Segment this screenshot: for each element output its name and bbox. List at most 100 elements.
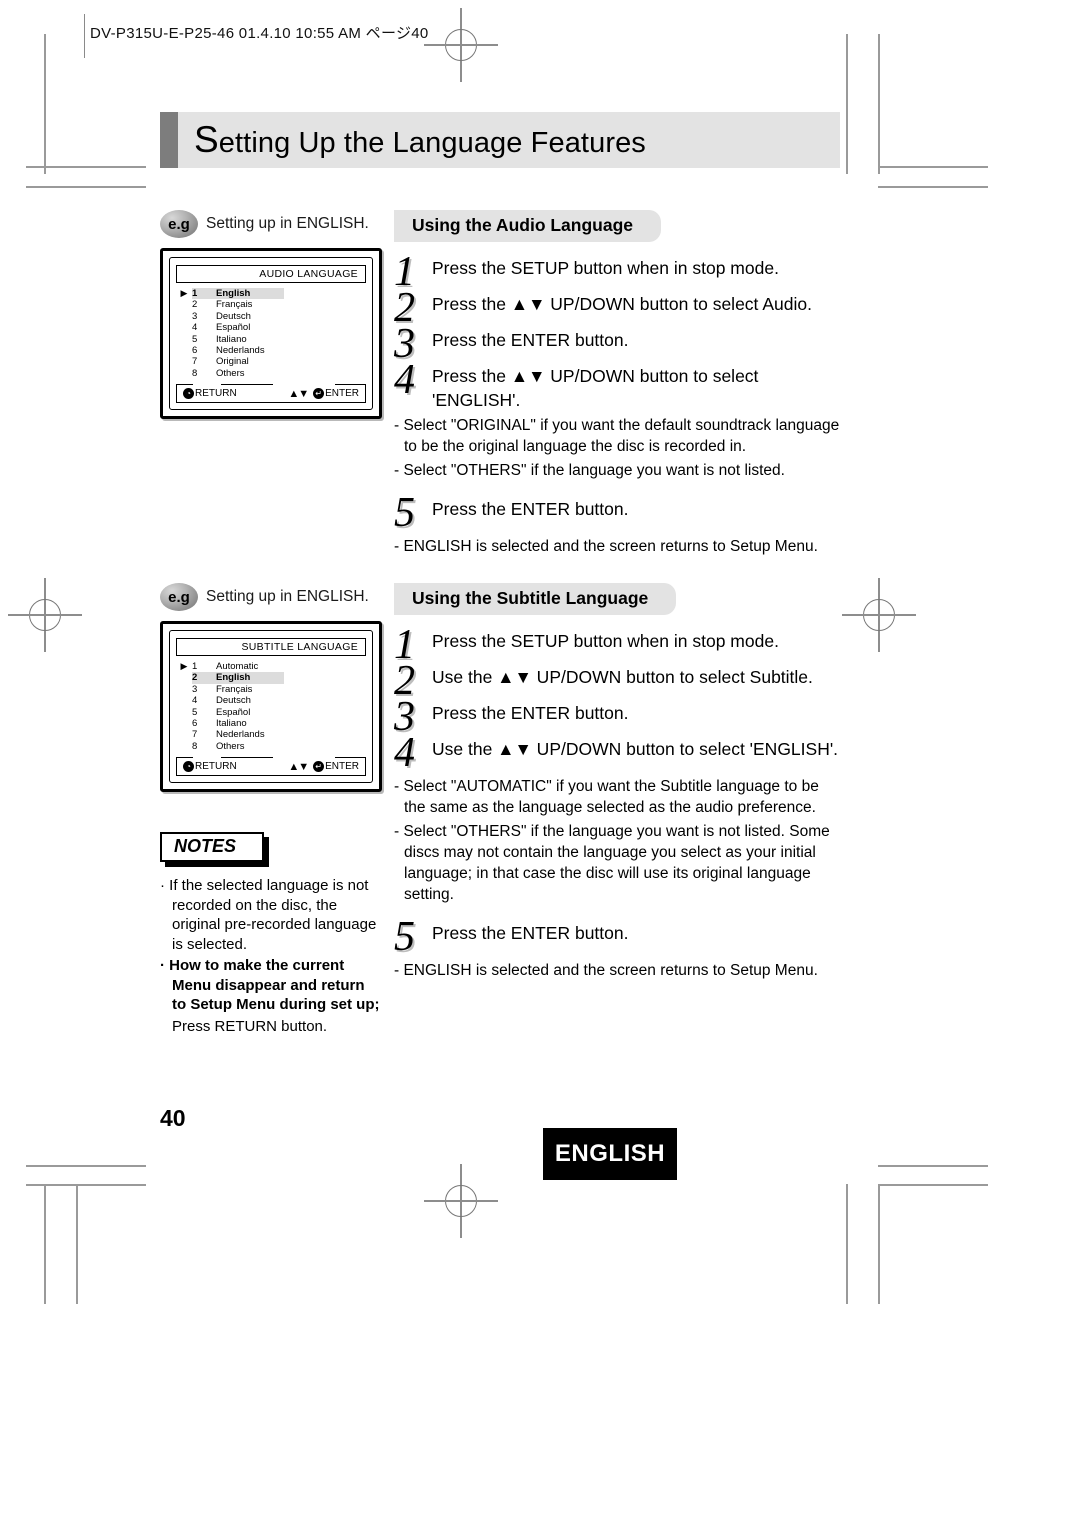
list-item-label: Français: [216, 683, 253, 695]
step-text: Press the ENTER button.: [432, 499, 629, 519]
list-item-number: 1: [192, 661, 198, 672]
subtitle-section-columns: e.g Setting up in ENGLISH. SUBTITLE LANG…: [160, 583, 840, 1036]
page-content: Setting Up the Language Features e.g Set…: [160, 112, 840, 1036]
slug-divider: [84, 14, 86, 58]
return-control[interactable]: ◔ RETURN: [183, 388, 237, 400]
page-title: Setting Up the Language Features: [160, 112, 840, 168]
enter-label: ENTER: [325, 761, 359, 773]
list-item[interactable]: 8 Others: [176, 368, 366, 379]
list-item[interactable]: 3 Français: [176, 684, 366, 695]
list-item-label: Nederlands: [216, 729, 265, 741]
step-text: Press the SETUP button when in stop mode…: [432, 258, 779, 278]
list-item[interactable]: 2 English: [176, 672, 366, 684]
list-item[interactable]: ▶ 1 Automatic: [176, 661, 366, 672]
list-item[interactable]: 4 Deutsch: [176, 695, 366, 706]
crop-mark-br-v: [846, 1184, 848, 1304]
subtitle-step-1: 1 Press the SETUP button when in stop mo…: [394, 624, 840, 666]
page-title-text: Setting Up the Language Features: [194, 119, 646, 161]
crop-mark-bl-h: [26, 1165, 146, 1167]
audio-note-result: - ENGLISH is selected and the screen ret…: [394, 538, 818, 555]
list-item-number: 6: [192, 344, 198, 356]
eg-badge-icon: e.g: [160, 583, 198, 611]
list-item-label: English: [208, 672, 285, 684]
notes-block: NOTES · If the selected language is not …: [160, 832, 382, 1036]
return-icon: ◔: [183, 388, 194, 400]
list-item-label: Others: [216, 367, 245, 379]
enter-label: ENTER: [325, 388, 359, 400]
crop-mark-tl-h: [26, 166, 146, 168]
list-item-label: Italiano: [216, 333, 247, 345]
subtitle-note-others: - Select "OTHERS" if the language you wa…: [394, 823, 830, 903]
subtitle-step-2: 2 Use the ▲▼ UP/DOWN button to select Su…: [394, 660, 840, 702]
step-text: Press the ENTER button.: [432, 330, 629, 350]
crop-mark-tr-v: [846, 34, 848, 174]
list-item-number: 4: [192, 695, 198, 707]
registration-mark-top: [424, 8, 498, 82]
crop-mark-br-h2: [878, 1184, 988, 1186]
title-accent-bar: [160, 112, 178, 168]
list-item[interactable]: 6 Nederlands: [176, 345, 366, 356]
title-remainder: etting Up the Language Features: [218, 127, 646, 159]
list-item[interactable]: 5 Italiano: [176, 334, 366, 345]
step-number: 5: [394, 490, 415, 536]
footer-notch-left: [193, 756, 221, 760]
list-item[interactable]: 3 Deutsch: [176, 311, 366, 322]
registration-mark-right: [842, 578, 916, 652]
subtitle-note-result: - ENGLISH is selected and the screen ret…: [394, 962, 818, 979]
list-item-label: Deutsch: [216, 310, 251, 322]
page-number: 40: [160, 1105, 186, 1131]
list-item[interactable]: 8 Others: [176, 741, 366, 752]
list-item[interactable]: ▶ 1 English: [176, 288, 366, 300]
list-item[interactable]: 7 Nederlands: [176, 729, 366, 740]
step-number: 4: [394, 357, 415, 403]
enter-control[interactable]: ▲▼ ↵ ENTER: [288, 761, 359, 773]
step-text: Press the ENTER button.: [432, 703, 629, 723]
list-item-label: Español: [216, 706, 251, 718]
list-item-number: 2: [192, 299, 198, 311]
list-item-label: Italiano: [216, 717, 247, 729]
list-item-number: 3: [192, 310, 198, 322]
audio-step-4: 4 Press the ▲▼ UP/DOWN button to select …: [394, 357, 840, 412]
list-item-label: Original: [216, 356, 249, 368]
audio-language-screen: AUDIO LANGUAGE ▶ 1 English 2 Français 3 Deut…: [160, 248, 382, 420]
list-item[interactable]: 5 Español: [176, 707, 366, 718]
step-number: 4: [394, 730, 415, 776]
step-text: Use the ▲▼ UP/DOWN button to select 'ENG…: [432, 739, 839, 759]
audio-screen-inner: AUDIO LANGUAGE ▶ 1 English 2 Français 3 Deut…: [169, 257, 373, 411]
list-item-number: 5: [192, 333, 198, 345]
list-item[interactable]: 4 Español: [176, 322, 366, 333]
audio-language-list: ▶ 1 English 2 Français 3 Deutsch 4 Español 5 I…: [176, 288, 366, 382]
audio-step-2: 2 Press the ▲▼ UP/DOWN button to select …: [394, 287, 840, 329]
audio-section-heading: Using the Audio Language: [394, 210, 662, 242]
subtitle-note-automatic: - Select "AUTOMATIC" if you want the Sub…: [394, 778, 819, 816]
subtitle-screen-inner: SUBTITLE LANGUAGE ▶ 1 Automatic 2 English 3…: [169, 630, 373, 784]
registration-mark-bottom: [424, 1164, 498, 1238]
list-item-label: Deutsch: [216, 695, 251, 707]
return-label: RETURN: [195, 388, 237, 400]
crop-mark-tr-v2: [878, 34, 880, 174]
step-text: Press the ▲▼ UP/DOWN button to select Au…: [432, 294, 812, 314]
crop-mark-tl-h2: [26, 186, 146, 188]
subtitle-screen-footer: ◔ RETURN ▲▼ ↵ ENTER: [176, 756, 366, 777]
return-control[interactable]: ◔ RETURN: [183, 761, 237, 773]
subtitle-step-5: 5 Press the ENTER button.: [394, 914, 840, 960]
list-item-number: 6: [192, 717, 198, 729]
enter-icon: ↵: [313, 761, 325, 773]
enter-control[interactable]: ▲▼ ↵ ENTER: [288, 388, 359, 400]
list-item-number: 7: [192, 356, 198, 368]
audio-step-1: 1 Press the SETUP button when in stop mo…: [394, 251, 840, 293]
list-item[interactable]: 2 Français: [176, 299, 366, 310]
step-number: 5: [394, 914, 415, 960]
subtitle-language-screen: SUBTITLE LANGUAGE ▶ 1 Automatic 2 English 3…: [160, 621, 382, 793]
list-item[interactable]: 7 Original: [176, 356, 366, 367]
crop-mark-bl-v: [44, 1184, 46, 1304]
subtitle-step-4: 4 Use the ▲▼ UP/DOWN button to select 'E…: [394, 730, 840, 776]
audio-note-others: - Select "OTHERS" if the language you wa…: [394, 462, 785, 479]
list-item-number: 7: [192, 729, 198, 741]
list-item[interactable]: 6 Italiano: [176, 718, 366, 729]
footer-notch-right: [273, 756, 335, 760]
list-item-label: Français: [216, 299, 253, 311]
return-label: RETURN: [195, 761, 237, 773]
crop-mark-bl-v2: [76, 1184, 78, 1304]
updown-arrows-icon: ▲▼: [288, 387, 309, 400]
